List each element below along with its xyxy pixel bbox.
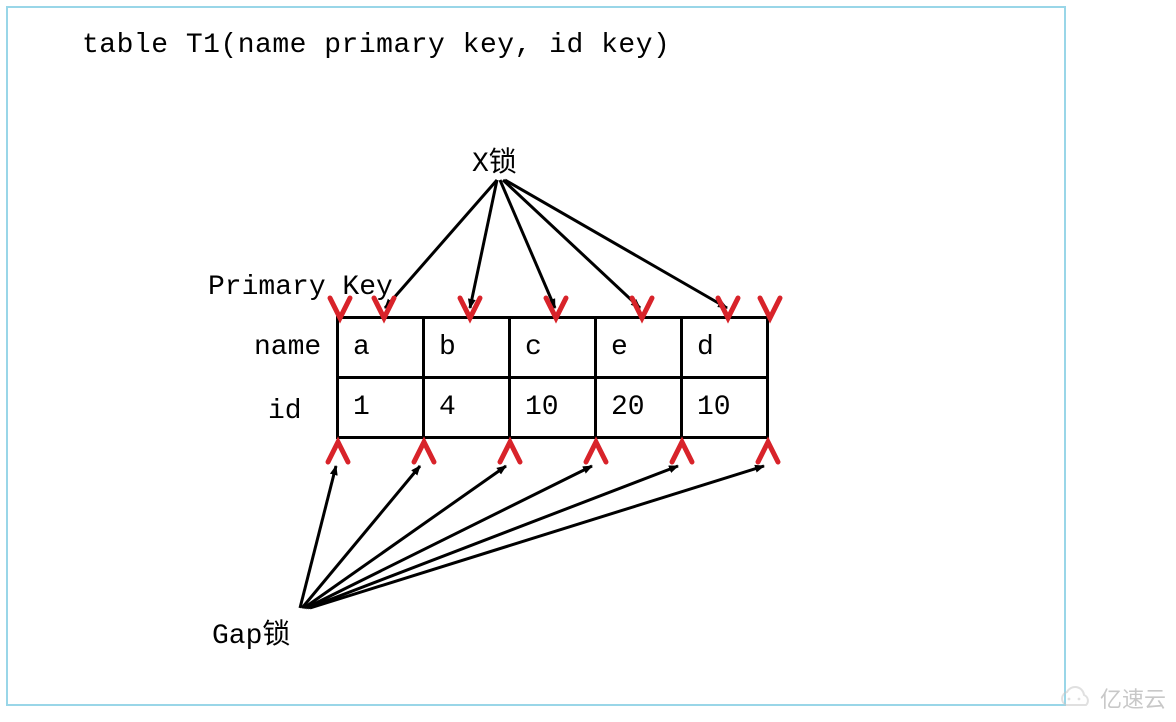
- row-label-name: name: [254, 332, 321, 363]
- gap-lock-label: Gap锁: [212, 612, 290, 652]
- cell-id-4: 10: [682, 378, 768, 438]
- diagram-title: table T1(name primary key, id key): [82, 30, 670, 61]
- cell-name-4: d: [682, 318, 768, 378]
- x-lock-label: X锁: [472, 140, 517, 180]
- index-table: a b c e d 1 4 10 20 10: [336, 316, 769, 439]
- cell-id-1: 4: [424, 378, 510, 438]
- cell-id-2: 10: [510, 378, 596, 438]
- primary-key-label: Primary Key: [208, 272, 393, 303]
- cell-name-0: a: [338, 318, 424, 378]
- row-label-id: id: [268, 396, 302, 427]
- cell-id-0: 1: [338, 378, 424, 438]
- cell-name-1: b: [424, 318, 510, 378]
- watermark-text: 亿速云: [1100, 682, 1166, 714]
- cell-name-3: e: [596, 318, 682, 378]
- watermark: 亿速云: [1054, 682, 1166, 714]
- table-row: a b c e d: [338, 318, 768, 378]
- cell-name-2: c: [510, 318, 596, 378]
- cloud-icon: [1054, 685, 1094, 711]
- table-row: 1 4 10 20 10: [338, 378, 768, 438]
- cell-id-3: 20: [596, 378, 682, 438]
